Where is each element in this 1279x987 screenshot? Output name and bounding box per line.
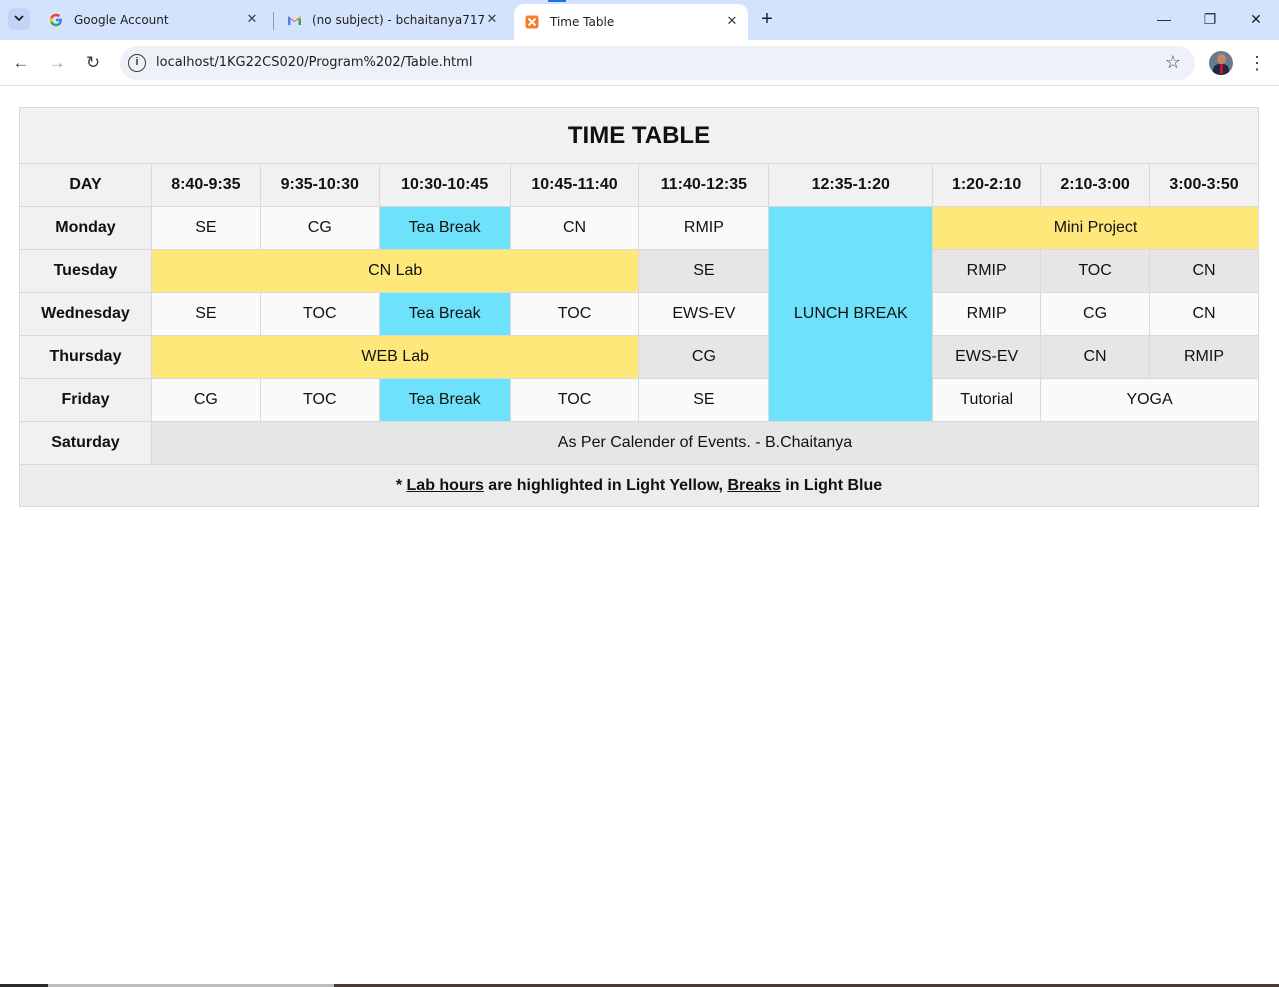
close-icon[interactable]: ✕ <box>484 12 500 28</box>
header-slot-3: 10:30-10:45 <box>378 163 511 207</box>
footnote-suffix: in Light Blue <box>780 476 883 494</box>
footnote: * Lab hours are highlighted in Light Yel… <box>19 464 1259 507</box>
page-title: TIME TABLE <box>19 107 1259 164</box>
table-cell: CG <box>1040 292 1150 336</box>
header-slot-7: 1:20-2:10 <box>932 163 1042 207</box>
active-tab-indicator <box>548 0 566 2</box>
table-cell: YOGA <box>1040 378 1259 422</box>
header-slot-6: 12:35-1:20 <box>768 163 934 207</box>
table-cell: Tutorial <box>932 378 1042 422</box>
table-cell: TOC <box>1040 249 1150 293</box>
tab-strip: Google Account ✕ (no subject) - bchaitan… <box>0 0 1279 40</box>
xampp-icon <box>524 14 540 30</box>
table-cell: TOC <box>509 292 640 336</box>
profile-avatar[interactable] <box>1209 51 1233 75</box>
bookmark-star-icon[interactable]: ☆ <box>1165 52 1181 73</box>
tab-search-button[interactable] <box>8 8 30 30</box>
table-cell: SE <box>638 249 770 293</box>
table-cell: CN <box>1040 335 1150 379</box>
tab-title: (no subject) - bchaitanya7174@ <box>312 13 484 27</box>
close-icon[interactable]: ✕ <box>244 12 260 28</box>
tea-break-cell: Tea Break <box>378 378 511 422</box>
day-label: Wednesday <box>19 292 152 336</box>
more-menu-icon[interactable]: ⋮ <box>1248 51 1266 75</box>
tab-time-table[interactable]: Time Table ✕ <box>514 4 748 40</box>
table-cell: RMIP <box>1149 335 1259 379</box>
mini-project-cell: Mini Project <box>932 206 1259 250</box>
row-wednesday: Wednesday SE TOC Tea Break TOC EWS-EV RM… <box>19 292 1259 336</box>
footnote-mid: are highlighted in Light Yellow, <box>483 476 728 494</box>
table-cell: TOC <box>509 378 640 422</box>
timetable: TIME TABLE DAY 8:40-9:35 9:35-10:30 10:3… <box>19 107 1260 507</box>
row-saturday: Saturday As Per Calender of Events. - B.… <box>19 421 1260 465</box>
table-cell: SE <box>638 378 770 422</box>
lab-cell: WEB Lab <box>150 335 640 379</box>
table-cell: CN <box>1149 292 1259 336</box>
row-friday: Friday CG TOC Tea Break TOC SE Tutorial … <box>19 378 1259 422</box>
header-slot-9: 3:00-3:50 <box>1149 163 1259 207</box>
tea-break-cell: Tea Break <box>378 206 511 250</box>
tab-gmail[interactable]: (no subject) - bchaitanya7174@ ✕ <box>276 4 508 36</box>
table-cell: TOC <box>259 292 380 336</box>
url-text[interactable]: localhost/1KG22CS020/Program%202/Table.h… <box>156 55 472 70</box>
table-cell: SE <box>150 206 261 250</box>
breaks-label: Breaks <box>727 476 781 494</box>
day-label: Thursday <box>19 335 152 379</box>
table-cell: CN <box>509 206 640 250</box>
table-cell: RMIP <box>932 292 1042 336</box>
table-cell: EWS-EV <box>638 292 770 336</box>
table-cell: CN <box>1149 249 1259 293</box>
header-slot-4: 10:45-11:40 <box>509 163 640 207</box>
header-day: DAY <box>19 163 152 207</box>
browser-toolbar: ← → ↻ i localhost/1KG22CS020/Program%202… <box>0 40 1279 86</box>
lunch-break-cell: LUNCH BREAK <box>768 206 934 422</box>
address-bar[interactable]: i localhost/1KG22CS020/Program%202/Table… <box>120 46 1195 80</box>
tea-break-cell: Tea Break <box>378 292 511 336</box>
table-cell: CG <box>259 206 380 250</box>
header-slot-2: 9:35-10:30 <box>259 163 380 207</box>
row-monday: Monday SE CG Tea Break CN RMIP LUNCH BRE… <box>19 206 1259 422</box>
new-tab-button[interactable]: + <box>756 8 778 30</box>
reload-icon[interactable]: ↻ <box>81 51 105 75</box>
lab-hours-label: Lab hours <box>406 476 484 494</box>
table-cell: CG <box>150 378 261 422</box>
day-label: Monday <box>19 206 152 250</box>
tab-title: Time Table <box>550 15 615 29</box>
day-label: Saturday <box>19 421 152 465</box>
day-label: Tuesday <box>19 249 152 293</box>
day-label: Friday <box>19 378 152 422</box>
saturday-note-cell: As Per Calender of Events. - B.Chaitanya <box>150 421 1260 465</box>
table-cell: EWS-EV <box>932 335 1042 379</box>
window-close-icon[interactable]: ✕ <box>1243 8 1269 30</box>
table-cell: SE <box>150 292 261 336</box>
restore-icon[interactable]: ❐ <box>1197 8 1223 30</box>
site-info-icon[interactable]: i <box>128 54 146 72</box>
tab-title: Google Account <box>74 13 169 27</box>
header-row: DAY 8:40-9:35 9:35-10:30 10:30-10:45 10:… <box>19 163 1259 207</box>
tab-google-account[interactable]: Google Account ✕ <box>38 4 268 36</box>
table-cell: RMIP <box>932 249 1042 293</box>
table-cell: TOC <box>259 378 380 422</box>
close-icon[interactable]: ✕ <box>724 14 740 30</box>
table-cell: CG <box>638 335 770 379</box>
row-tuesday: Tuesday CN Lab SE RMIP TOC CN <box>19 249 1259 293</box>
lab-cell: CN Lab <box>150 249 640 293</box>
minimize-icon[interactable]: — <box>1151 8 1177 30</box>
row-thursday: Thursday WEB Lab CG EWS-EV CN RMIP <box>19 335 1259 379</box>
chevron-down-icon <box>14 13 24 26</box>
footnote-prefix: * <box>395 476 407 494</box>
header-slot-5: 11:40-12:35 <box>638 163 770 207</box>
header-slot-1: 8:40-9:35 <box>150 163 261 207</box>
back-arrow-icon[interactable]: ← <box>9 51 33 75</box>
table-cell: RMIP <box>638 206 770 250</box>
gmail-icon <box>286 12 302 28</box>
tab-separator <box>273 12 274 30</box>
google-g-icon <box>48 12 64 28</box>
forward-arrow-icon[interactable]: → <box>45 51 69 75</box>
header-slot-8: 2:10-3:00 <box>1040 163 1150 207</box>
